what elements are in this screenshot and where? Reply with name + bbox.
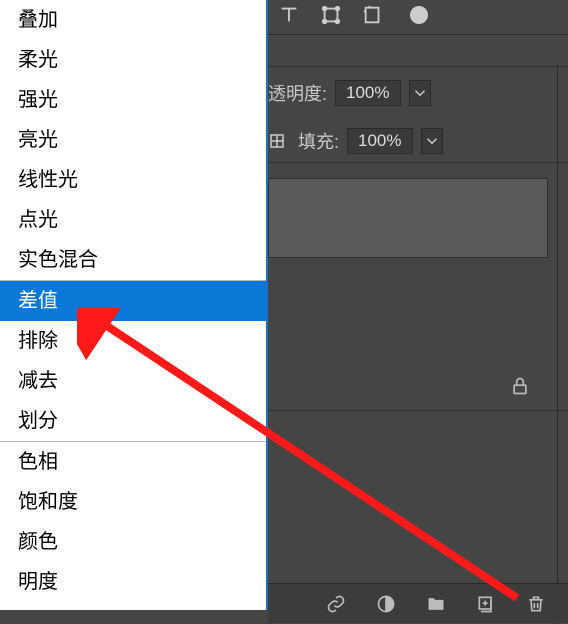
lock-icon[interactable] bbox=[510, 376, 530, 396]
trash-icon[interactable] bbox=[526, 594, 546, 614]
menu-item-hardlight[interactable]: 强光 bbox=[0, 80, 266, 120]
blend-mode-dropdown: 叠加 柔光 强光 亮光 线性光 点光 实色混合 差值 排除 减去 划分 色相 饱… bbox=[0, 0, 268, 610]
layers-panel: 透明度: 100% 填充: 100% bbox=[268, 0, 568, 624]
fill-value[interactable]: 100% bbox=[347, 128, 412, 154]
fill-dropdown-button[interactable] bbox=[421, 128, 443, 154]
folder-icon[interactable] bbox=[426, 594, 446, 614]
menu-item-hue[interactable]: 色相 bbox=[0, 442, 266, 482]
menu-group: 叠加 柔光 强光 亮光 线性光 点光 实色混合 bbox=[0, 0, 266, 281]
menu-item-overlay[interactable]: 叠加 bbox=[0, 0, 266, 40]
opacity-value[interactable]: 100% bbox=[335, 80, 400, 106]
lock-pixels-icon[interactable] bbox=[268, 132, 286, 150]
menu-item-vividlight[interactable]: 亮光 bbox=[0, 120, 266, 160]
menu-item-difference[interactable]: 差值 bbox=[0, 281, 266, 321]
chevron-down-icon bbox=[411, 84, 429, 102]
menu-item-divide[interactable]: 划分 bbox=[0, 401, 266, 441]
top-toolbar bbox=[278, 4, 428, 26]
layer-row[interactable] bbox=[268, 178, 548, 258]
menu-item-subtract[interactable]: 减去 bbox=[0, 361, 266, 401]
transform-icon[interactable] bbox=[320, 4, 342, 26]
fill-field: 填充: 100% bbox=[268, 128, 548, 154]
menu-item-color[interactable]: 颜色 bbox=[0, 522, 266, 562]
artboard-icon[interactable] bbox=[362, 4, 384, 26]
layers-bottom-toolbar bbox=[268, 583, 568, 623]
menu-item-pinlight[interactable]: 点光 bbox=[0, 200, 266, 240]
menu-item-hardmix[interactable]: 实色混合 bbox=[0, 240, 266, 280]
chevron-down-icon bbox=[423, 132, 441, 150]
menu-item-softlight[interactable]: 柔光 bbox=[0, 40, 266, 80]
fill-label: 填充: bbox=[298, 128, 339, 154]
menu-item-luminosity[interactable]: 明度 bbox=[0, 562, 266, 602]
menu-item-exclusion[interactable]: 排除 bbox=[0, 321, 266, 361]
type-tool-icon[interactable] bbox=[278, 4, 300, 26]
menu-item-linearlight[interactable]: 线性光 bbox=[0, 160, 266, 200]
opacity-dropdown-button[interactable] bbox=[409, 80, 431, 106]
menu-item-saturation[interactable]: 饱和度 bbox=[0, 482, 266, 522]
new-layer-icon[interactable] bbox=[476, 594, 496, 614]
fx-mask-icon[interactable] bbox=[376, 594, 396, 614]
option-toggle[interactable] bbox=[410, 6, 428, 24]
menu-group: 色相 饱和度 颜色 明度 bbox=[0, 442, 266, 602]
opacity-field: 透明度: 100% bbox=[268, 80, 548, 106]
menu-group: 差值 排除 减去 划分 bbox=[0, 281, 266, 442]
opacity-label: 透明度: bbox=[268, 80, 327, 106]
link-icon[interactable] bbox=[326, 594, 346, 614]
